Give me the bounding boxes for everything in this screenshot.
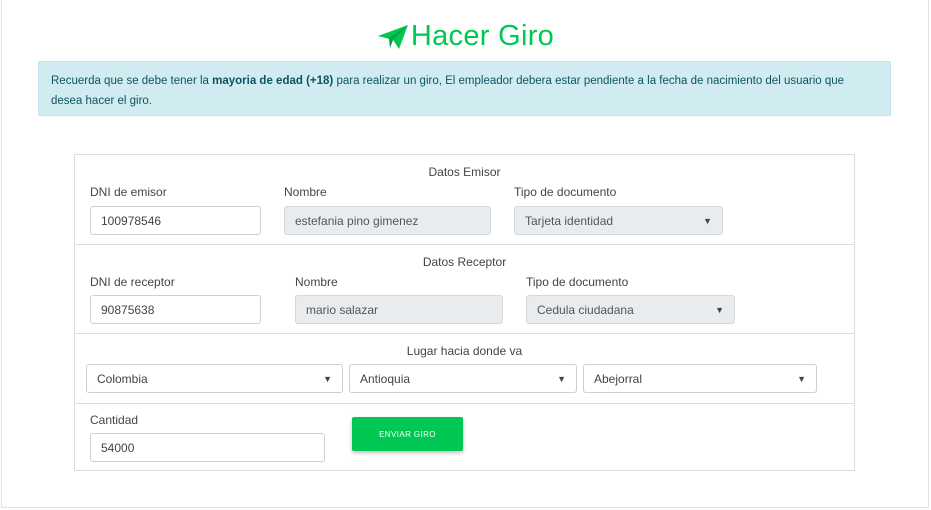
enviar-giro-button[interactable]: ENVIAR GIRO xyxy=(352,417,463,451)
age-requirement-alert: Recuerda que se debe tener la mayoria de… xyxy=(38,61,891,116)
emisor-tipo-label: Tipo de documento xyxy=(514,185,617,199)
emisor-tipo-value: Tarjeta identidad xyxy=(525,213,614,228)
giro-form: Datos Emisor DNI de emisor 100978546 Nom… xyxy=(74,154,855,471)
receptor-tipo-value: Cedula ciudadana xyxy=(537,302,634,317)
departamento-select[interactable]: Antioquia ▼ xyxy=(349,364,577,393)
chevron-down-icon: ▼ xyxy=(557,373,566,384)
emisor-tipo-select[interactable]: Tarjeta identidad ▼ xyxy=(514,206,723,235)
receptor-nombre-field: mario salazar xyxy=(295,295,503,324)
receptor-section: Datos Receptor DNI de receptor 90875638 … xyxy=(75,245,854,334)
chevron-down-icon: ▼ xyxy=(323,373,332,384)
emisor-dni-input[interactable]: 100978546 xyxy=(90,206,261,235)
paper-plane-icon xyxy=(377,24,409,50)
emisor-nombre-label: Nombre xyxy=(284,185,327,199)
pais-value: Colombia xyxy=(97,371,148,386)
emisor-dni-label: DNI de emisor xyxy=(90,185,167,199)
page-title: Hacer Giro xyxy=(410,20,555,52)
chevron-down-icon: ▼ xyxy=(703,215,712,226)
cantidad-section: Cantidad 54000 ENVIAR GIRO xyxy=(75,404,854,470)
lugar-section: Lugar hacia donde va Colombia ▼ Antioqui… xyxy=(75,334,854,404)
pais-select[interactable]: Colombia ▼ xyxy=(86,364,343,393)
municipio-value: Abejorral xyxy=(594,371,643,386)
receptor-tipo-select[interactable]: Cedula ciudadana ▼ xyxy=(526,295,735,324)
emisor-nombre-field: estefania pino gimenez xyxy=(284,206,491,235)
cantidad-input[interactable]: 54000 xyxy=(90,433,325,462)
emisor-section-title: Datos Emisor xyxy=(428,165,501,179)
emisor-section: Datos Emisor DNI de emisor 100978546 Nom… xyxy=(75,155,854,245)
cantidad-label: Cantidad xyxy=(90,413,139,427)
page-header: Hacer Giro xyxy=(0,20,931,53)
lugar-section-title: Lugar hacia donde va xyxy=(406,344,523,358)
receptor-tipo-label: Tipo de documento xyxy=(526,275,629,289)
receptor-section-title: Datos Receptor xyxy=(422,255,507,269)
alert-text-bold: mayoria de edad (+18) xyxy=(212,75,334,87)
receptor-dni-input[interactable]: 90875638 xyxy=(90,295,261,324)
alert-text-before: Recuerda que se debe tener la xyxy=(51,75,213,87)
municipio-select[interactable]: Abejorral ▼ xyxy=(583,364,817,393)
chevron-down-icon: ▼ xyxy=(797,373,806,384)
departamento-value: Antioquia xyxy=(360,371,411,386)
chevron-down-icon: ▼ xyxy=(715,304,724,315)
receptor-dni-label: DNI de receptor xyxy=(90,275,175,289)
receptor-nombre-label: Nombre xyxy=(295,275,338,289)
